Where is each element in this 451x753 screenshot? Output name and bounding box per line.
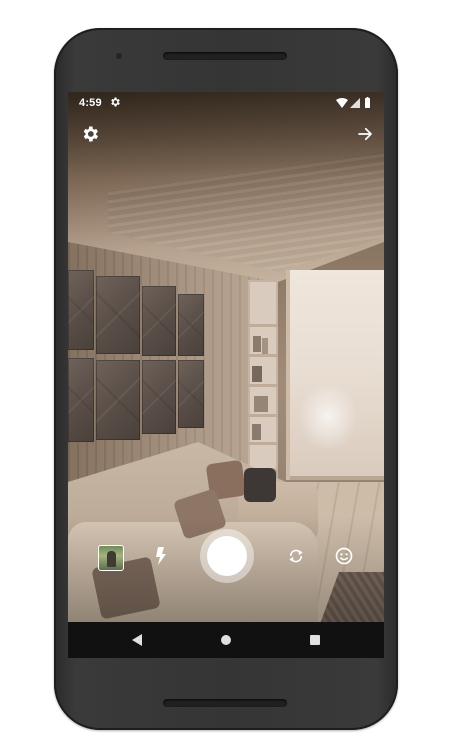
scene-window-glow <box>298 382 358 452</box>
camera-controls <box>68 529 384 585</box>
scene-book <box>262 338 268 354</box>
front-camera-lens <box>116 53 122 59</box>
acoustic-panel <box>68 358 94 442</box>
phone-screen: 4:59 <box>68 92 384 658</box>
navigation-bar <box>68 622 384 658</box>
acoustic-panel <box>68 270 94 350</box>
scene-book <box>252 424 261 440</box>
settings-gear-icon[interactable] <box>80 124 100 144</box>
signal-icon <box>350 98 360 108</box>
acoustic-panel <box>142 360 176 434</box>
face-icon[interactable] <box>334 546 354 566</box>
home-circle-icon[interactable] <box>221 635 231 645</box>
scene-shelf <box>248 442 278 445</box>
acoustic-panel <box>142 286 176 356</box>
battery-icon <box>365 98 370 108</box>
scene-book <box>253 336 261 352</box>
gear-icon <box>111 97 120 107</box>
thumbnail-figure <box>107 551 116 567</box>
scene-pillow <box>244 468 276 502</box>
status-time: 4:59 <box>79 97 102 109</box>
gallery-thumbnail[interactable] <box>98 545 124 571</box>
status-icons <box>336 97 370 108</box>
back-triangle-icon[interactable] <box>131 634 143 646</box>
scene-shelf <box>248 384 278 387</box>
flash-icon[interactable] <box>153 546 169 566</box>
scene-book <box>254 396 268 412</box>
arrow-right-icon[interactable] <box>356 125 374 143</box>
shutter-button[interactable] <box>200 529 254 583</box>
earpiece-speaker <box>163 52 287 60</box>
bottom-speaker <box>163 699 287 707</box>
acoustic-panel <box>96 276 140 354</box>
wifi-icon <box>336 98 348 108</box>
scene-book <box>252 366 262 382</box>
scene-shelf <box>248 354 278 357</box>
status-bar: 4:59 <box>68 92 384 114</box>
switch-camera-icon[interactable] <box>287 547 305 565</box>
scene-shelf <box>248 324 278 327</box>
acoustic-panel <box>178 360 204 428</box>
recents-square-icon[interactable] <box>310 635 320 645</box>
shutter-button-inner <box>207 536 247 576</box>
acoustic-panel <box>96 360 140 440</box>
acoustic-panel <box>178 294 204 356</box>
scene-shelf <box>248 414 278 417</box>
